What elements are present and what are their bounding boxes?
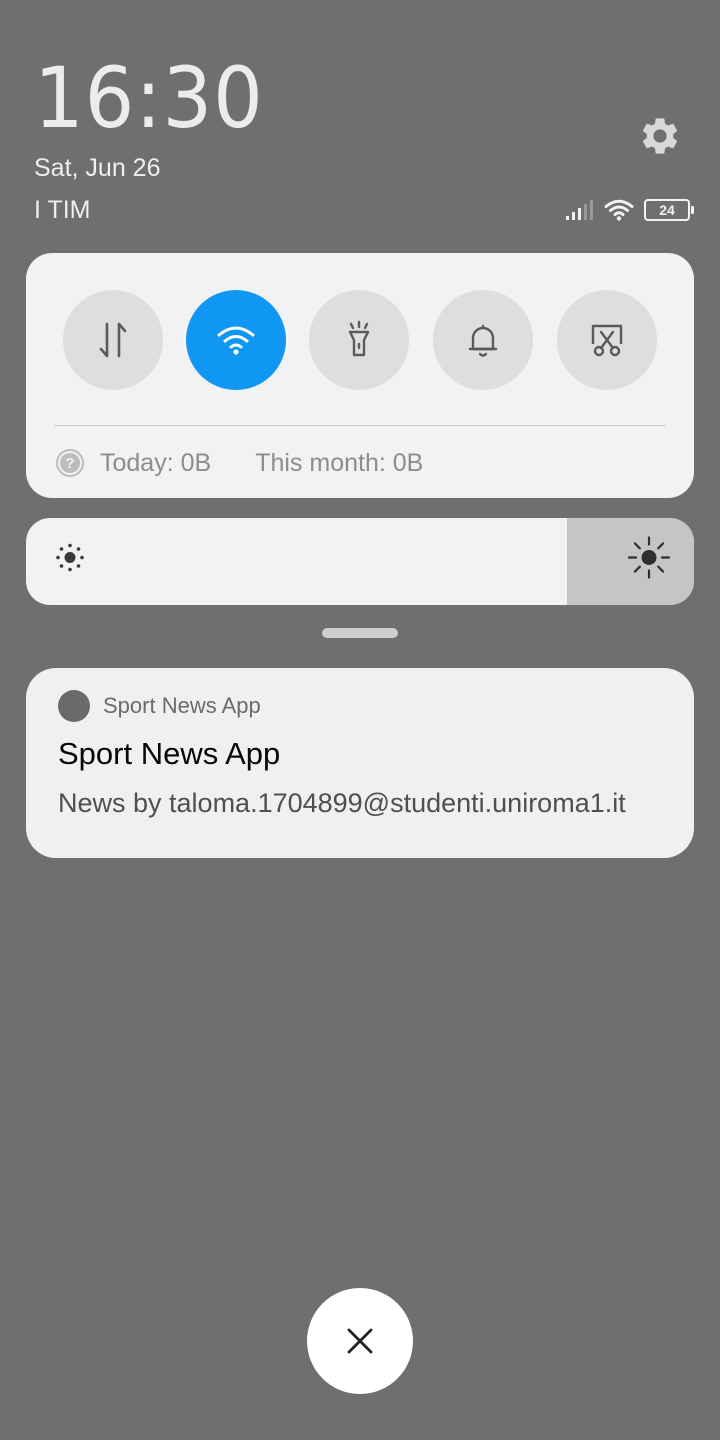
wifi-toggle[interactable] <box>186 290 286 390</box>
data-transfer-icon <box>99 322 127 358</box>
app-icon <box>58 690 90 722</box>
divider <box>54 425 666 426</box>
mobile-data-toggle[interactable] <box>63 290 163 390</box>
screenshot-icon <box>591 324 623 357</box>
data-usage: ? Today: 0B This month: 0B <box>56 446 423 480</box>
signal-icon <box>566 200 593 220</box>
quick-settings-panel: ? Today: 0B This month: 0B <box>26 253 694 498</box>
brightness-low-icon <box>52 540 88 581</box>
close-button[interactable] <box>307 1288 413 1394</box>
notification-app-name: Sport News App <box>103 693 261 718</box>
notification-header: Sport News App <box>58 690 261 722</box>
sound-toggle[interactable] <box>433 290 533 390</box>
status-icons: 24 <box>566 196 694 224</box>
battery-level: 24 <box>659 202 675 218</box>
carrier-name: I TIM <box>34 196 91 224</box>
notification-title: Sport News App <box>58 736 281 771</box>
bell-icon <box>468 324 498 357</box>
flashlight-toggle[interactable] <box>309 290 409 390</box>
wifi-icon <box>604 199 634 221</box>
notification-card[interactable]: Sport News App Sport News App News by ta… <box>26 668 694 858</box>
close-icon <box>347 1328 373 1354</box>
gear-icon[interactable] <box>638 114 682 158</box>
date: Sat, Jun 26 <box>34 154 161 182</box>
brightness-high-icon <box>626 535 672 586</box>
month-usage: This month: 0B <box>255 448 424 477</box>
brightness-slider[interactable] <box>26 518 694 605</box>
panel-drag-handle[interactable] <box>322 628 398 638</box>
screenshot-toggle[interactable] <box>557 290 657 390</box>
help-icon: ? <box>56 449 84 477</box>
clock: 16:30 <box>34 49 264 147</box>
battery-icon: 24 <box>644 199 694 221</box>
wifi-icon <box>217 326 255 355</box>
notification-body: News by taloma.1704899@studenti.uniroma1… <box>58 788 626 818</box>
flashlight-icon <box>348 320 370 357</box>
today-usage: Today: 0B <box>100 448 212 477</box>
